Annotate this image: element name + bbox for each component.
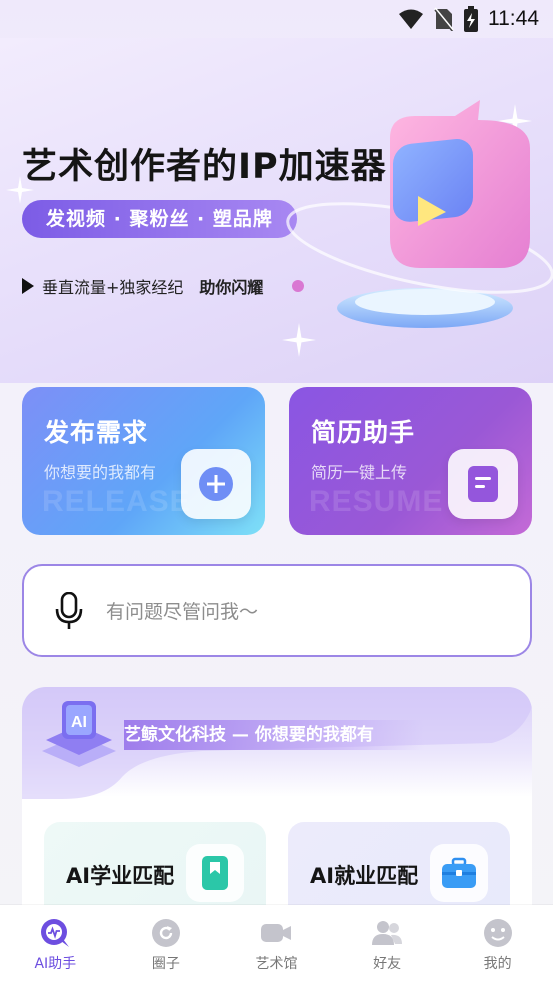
nav-circle[interactable]: 圈子 [116,917,216,973]
sparkle-icon [6,176,34,204]
battery-charging-icon [464,6,478,32]
match-title: AI就业匹配 [310,864,419,888]
briefcase-icon [442,857,476,888]
card-title: 发布需求 [44,418,149,447]
company-slogan: 艺鲸文化科技 — 你想要的我都有 [124,720,424,750]
video-play-illustration [286,100,553,328]
microphone-icon[interactable] [54,591,84,630]
ai-question-input[interactable]: 有问题尽管问我～ [22,564,532,657]
hero-tagline-pill: 发视频 · 聚粉丝 · 塑品牌 [22,200,297,238]
plus-circle-icon [199,467,233,501]
book-icon [202,856,228,890]
ai-chip-icon: AI [42,701,116,767]
nav-label: 艺术馆 [255,956,298,972]
document-button[interactable] [448,449,518,519]
nav-profile[interactable]: 我的 [448,917,548,973]
friends-icon [372,921,403,945]
card-watermark: RESUME [309,485,444,518]
resume-assistant-card[interactable]: 简历助手 简历一键上传 RESUME [289,387,532,535]
card-subtitle: 简历一键上传 [311,463,408,482]
hero-banner[interactable]: 艺术创作者的IP加速器 发视频 · 聚粉丝 · 塑品牌 垂直流量+独家经纪 助你… [0,38,553,383]
nav-friends[interactable]: 好友 [337,917,437,973]
ask-placeholder: 有问题尽管问我～ [106,601,259,623]
publish-request-card[interactable]: 发布需求 你想要的我都有 RELEASE [22,387,265,535]
hero-description: 垂直流量+独家经纪 助你闪耀 [22,274,263,298]
ai-assistant-icon [41,919,70,947]
video-camera-icon [261,924,292,942]
svg-text:AI: AI [71,714,87,731]
no-sim-icon [434,7,454,31]
nav-label: 好友 [373,956,402,972]
nav-label: AI助手 [34,956,77,972]
bottom-navigation: AI助手 圈子 艺术馆 好友 我的 [0,905,553,983]
nav-art-gallery[interactable]: 艺术馆 [226,917,326,973]
smiley-icon [483,919,512,947]
status-icons: 11:44 [398,6,539,32]
card-watermark: RELEASE [42,485,191,518]
status-bar: 11:44 [0,0,553,38]
status-time: 11:44 [488,7,539,30]
book-icon-wrap [186,844,244,902]
nav-label: 我的 [483,956,512,972]
wifi-icon [399,9,423,29]
match-title: AI学业匹配 [66,864,175,888]
hero-desc-bold: 助你闪耀 [199,278,264,297]
briefcase-icon-wrap [430,844,488,902]
document-icon [468,466,498,502]
refresh-circle-icon [151,919,180,947]
play-triangle-icon [22,278,34,294]
add-button[interactable] [181,449,251,519]
card-subtitle: 你想要的我都有 [44,463,157,482]
card-title: 简历助手 [311,418,416,447]
nav-ai-assistant[interactable]: AI助手 [5,917,105,973]
nav-label: 圈子 [151,956,180,972]
hero-desc-main: 垂直流量+独家经纪 [42,278,184,297]
